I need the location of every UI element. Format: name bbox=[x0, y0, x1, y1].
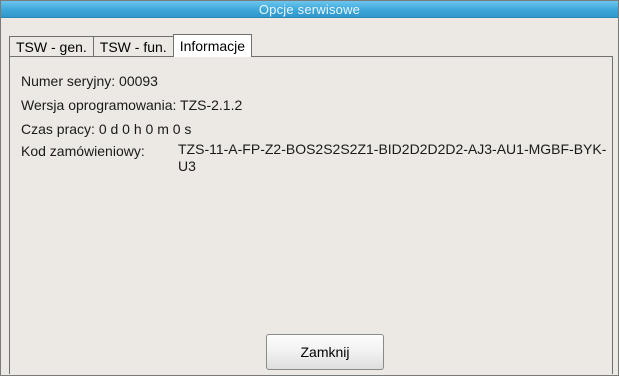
serial-number-row: Numer seryjny: 00093 bbox=[21, 72, 158, 90]
tab-bar: TSW - gen. TSW - fun. Informacje bbox=[9, 34, 253, 57]
uptime-label: Czas pracy: bbox=[21, 121, 95, 137]
window-title: Opcje serwisowe bbox=[1, 1, 618, 18]
tab-tsw-fun[interactable]: TSW - fun. bbox=[92, 36, 174, 56]
firmware-version-row: Wersja oprogramowania: TZS-2.1.2 bbox=[21, 96, 242, 114]
order-code-label: Kod zamówieniowy: bbox=[21, 143, 145, 159]
firmware-version-value: TZS-2.1.2 bbox=[180, 97, 243, 113]
close-button[interactable]: Zamknij bbox=[266, 334, 384, 370]
uptime-value: 0 d 0 h 0 m 0 s bbox=[98, 121, 192, 137]
order-code-value: TZS-11-A-FP-Z2-BOS2S2S2Z1-BID2D2D2D2-AJ3… bbox=[178, 141, 607, 174]
uptime-row: Czas pracy: 0 d 0 h 0 m 0 s bbox=[21, 120, 191, 138]
serial-number-label: Numer seryjny: bbox=[21, 73, 116, 89]
serial-number-value: 00093 bbox=[119, 73, 158, 89]
tab-informacje[interactable]: Informacje bbox=[172, 34, 253, 57]
tab-tsw-gen[interactable]: TSW - gen. bbox=[9, 36, 94, 56]
firmware-version-label: Wersja oprogramowania: bbox=[21, 97, 177, 113]
service-options-window: Opcje serwisowe TSW - gen. TSW - fun. In… bbox=[0, 0, 619, 376]
